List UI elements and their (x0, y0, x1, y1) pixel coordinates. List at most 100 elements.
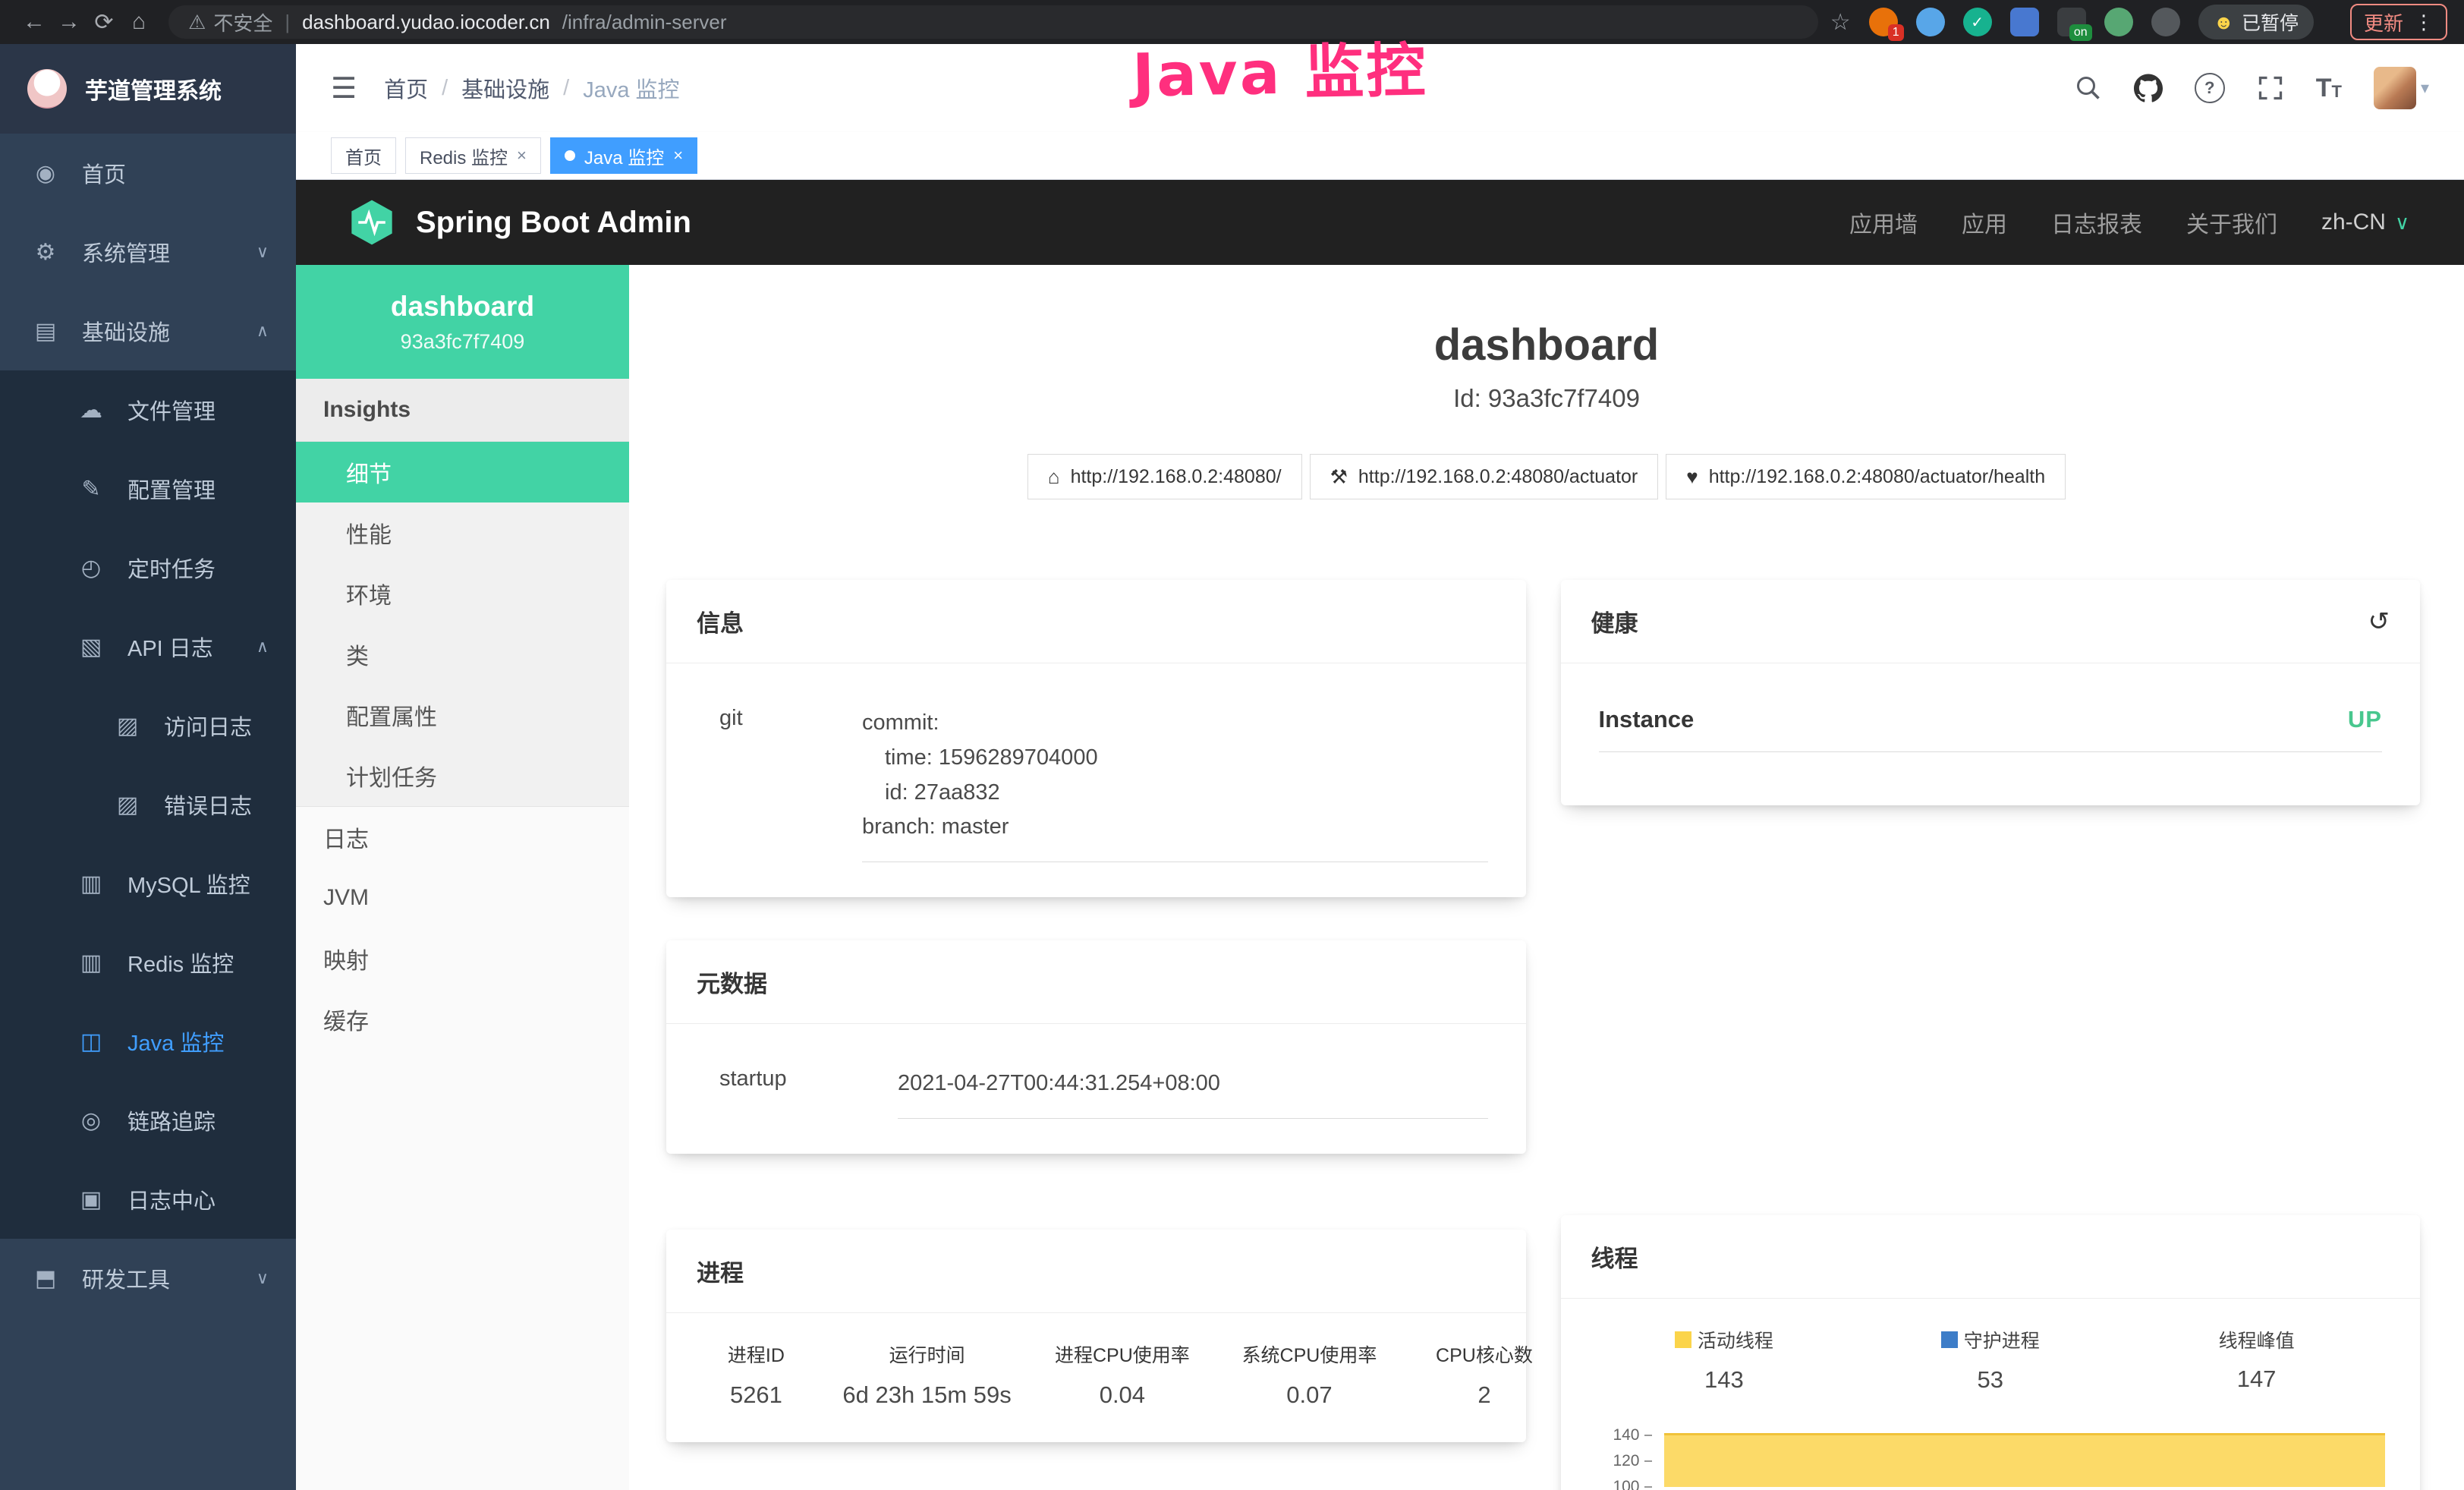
health-instance-row[interactable]: Instance UP (1599, 706, 2383, 752)
tag-label: Redis 监控 (420, 143, 508, 169)
close-icon[interactable]: × (517, 146, 527, 165)
java-icon: ◫ (77, 1029, 105, 1055)
extension-pin-icon[interactable] (2151, 8, 2180, 36)
tag-home[interactable]: 首页 (331, 137, 396, 174)
extension-on-badge: on (2069, 24, 2092, 41)
tag-label: Java 监控 (584, 143, 664, 169)
inst-item-classes[interactable]: 类 (296, 624, 629, 685)
inst-item-caches[interactable]: 缓存 (296, 989, 629, 1050)
sidebar-item-system[interactable]: ⚙ 系统管理 ∨ (0, 213, 296, 291)
app-logo: 芋道管理系统 (0, 44, 296, 134)
sba-nav-journal[interactable]: 日志报表 (2051, 206, 2142, 239)
inst-item-config-props[interactable]: 配置属性 (296, 685, 629, 745)
metadata-card-body: startup 2021-04-27T00:44:31.254+08:00 (666, 1024, 1526, 1154)
dashboard-icon: ◉ (32, 160, 59, 187)
sidebar-item-home[interactable]: ◉ 首页 (0, 134, 296, 213)
git-commit-time: time: 1596289704000 (862, 741, 1488, 776)
breadcrumb: 首页 / 基础设施 / Java 监控 (384, 72, 679, 104)
actuator-url-link[interactable]: ⚒ http://192.168.0.2:48080/actuator (1310, 454, 1659, 499)
bookmark-star-icon[interactable]: ☆ (1830, 9, 1851, 36)
locale-label: zh-CN (2321, 209, 2386, 235)
paused-chip[interactable]: ☻ 已暂停 (2198, 5, 2314, 39)
sidebar-item-java-monitor[interactable]: ◫ Java 监控 (0, 1002, 296, 1081)
address-bar[interactable]: ⚠ 不安全 | dashboard.yudao.iocoder.cn/infra… (168, 5, 1818, 39)
history-icon[interactable]: ↺ (2368, 606, 2390, 637)
sidebar-item-file-manage[interactable]: ☁ 文件管理 (0, 370, 296, 449)
sidebar-item-config-manage[interactable]: ✎ 配置管理 (0, 449, 296, 528)
help-icon[interactable]: ? (2195, 73, 2225, 103)
inst-item-mappings[interactable]: 映射 (296, 928, 629, 989)
health-url-link[interactable]: ♥ http://192.168.0.2:48080/actuator/heal… (1666, 454, 2066, 499)
col-value: 2 (1411, 1381, 1557, 1409)
update-chip[interactable]: 更新 ⋮ (2350, 4, 2447, 40)
card-title: 健康 (1591, 604, 1638, 638)
extension-on-icon[interactable]: on (2057, 8, 2086, 36)
extension-orange-icon[interactable]: 1 (1869, 8, 1898, 36)
service-url-link[interactable]: ⌂ http://192.168.0.2:48080/ (1027, 454, 1302, 499)
active-threads-swatch (1675, 1331, 1691, 1348)
browser-home-icon[interactable]: ⌂ (121, 9, 156, 35)
extension-grid-icon[interactable] (2010, 8, 2039, 36)
inst-item-jvm[interactable]: JVM (296, 868, 629, 928)
sidebar-item-redis-monitor[interactable]: ▥ Redis 监控 (0, 923, 296, 1002)
browser-reload-icon[interactable]: ⟳ (87, 9, 121, 36)
col-value: 5261 (695, 1381, 817, 1409)
sba-nav-about[interactable]: 关于我们 (2186, 206, 2277, 239)
breadcrumb-infra[interactable]: 基础设施 (461, 72, 549, 104)
legend-label: 线程峰值 (2219, 1326, 2295, 1353)
logo-avatar (27, 69, 67, 109)
security-warning[interactable]: ⚠ 不安全 (188, 8, 272, 36)
font-size-icon[interactable]: TT (2316, 75, 2342, 101)
col-header: 进程CPU使用率 (1037, 1340, 1207, 1368)
heart-icon: ♥ (1686, 465, 1698, 489)
avatar[interactable] (2374, 67, 2416, 109)
sidebar-item-cron-job[interactable]: ◴ 定时任务 (0, 528, 296, 607)
sba-brand[interactable]: Spring Boot Admin (348, 198, 691, 247)
y-tick: 100 (1591, 1474, 1652, 1490)
redis-icon: ▥ (77, 950, 105, 976)
browser-forward-icon[interactable]: → (52, 9, 87, 35)
sidebar-item-label: 日志中心 (127, 1183, 216, 1215)
browser-menu-icon[interactable]: ⋮ (2414, 11, 2434, 34)
extension-drop-icon[interactable] (1916, 8, 1945, 36)
legend-value: 143 (1591, 1366, 1858, 1394)
user-menu[interactable]: ▾ (2374, 67, 2429, 109)
extension-check-icon[interactable]: ✓ (1963, 8, 1992, 36)
instance-sidebar: dashboard 93a3fc7f7409 Insights 细节 性能 环境… (296, 265, 629, 1490)
inst-item-details[interactable]: 细节 (296, 442, 629, 502)
sidebar-item-log-center[interactable]: ▣ 日志中心 (0, 1160, 296, 1239)
breadcrumb-separator: / (563, 76, 569, 101)
search-icon[interactable] (2075, 74, 2102, 102)
inst-item-logs[interactable]: 日志 (296, 807, 629, 868)
close-icon[interactable]: × (673, 146, 683, 165)
sidebar-item-access-log[interactable]: ▨ 访问日志 (0, 686, 296, 765)
inst-item-scheduled-tasks[interactable]: 计划任务 (296, 745, 629, 806)
card-title: 线程 (1591, 1240, 1638, 1274)
browser-back-icon[interactable]: ← (17, 9, 52, 35)
fullscreen-icon[interactable] (2257, 74, 2284, 102)
sba-locale-select[interactable]: zh-CN ∨ (2321, 209, 2409, 235)
sba-nav-wallboard[interactable]: 应用墙 (1849, 206, 1918, 239)
sidebar-item-api-log[interactable]: ▧ API 日志 ∧ (0, 607, 296, 686)
sba-nav-applications[interactable]: 应用 (1962, 206, 2007, 239)
font-t-small: T (2332, 83, 2342, 101)
extension-leaf-icon[interactable] (2104, 8, 2133, 36)
inst-item-environment[interactable]: 环境 (296, 563, 629, 624)
sidebar-item-trace[interactable]: ◎ 链路追踪 (0, 1081, 296, 1160)
process-card-header: 进程 (666, 1230, 1526, 1313)
hamburger-icon[interactable]: ☰ (331, 71, 357, 106)
tag-java-monitor[interactable]: Java 监控 × (550, 137, 697, 174)
instance-top-items: 日志 JVM 映射 缓存 (296, 807, 629, 1050)
check-glyph: ✓ (1971, 13, 1984, 32)
annotation-text: Java 监控 (1131, 24, 1428, 114)
main-content: dashboard Id: 93a3fc7f7409 ⌂ http://192.… (629, 265, 2464, 1490)
sidebar-item-mysql-monitor[interactable]: ▥ MySQL 监控 (0, 844, 296, 923)
inst-item-metrics[interactable]: 性能 (296, 502, 629, 563)
sidebar-item-devtools[interactable]: ⬒ 研发工具 ∨ (0, 1239, 296, 1318)
sidebar-item-error-log[interactable]: ▨ 错误日志 (0, 765, 296, 844)
breadcrumb-home[interactable]: 首页 (384, 72, 428, 104)
sidebar-item-infrastructure[interactable]: ▤ 基础设施 ∧ (0, 291, 296, 370)
tag-redis-monitor[interactable]: Redis 监控 × (405, 137, 541, 174)
github-icon[interactable] (2134, 74, 2163, 102)
metadata-key: startup (719, 1066, 898, 1119)
